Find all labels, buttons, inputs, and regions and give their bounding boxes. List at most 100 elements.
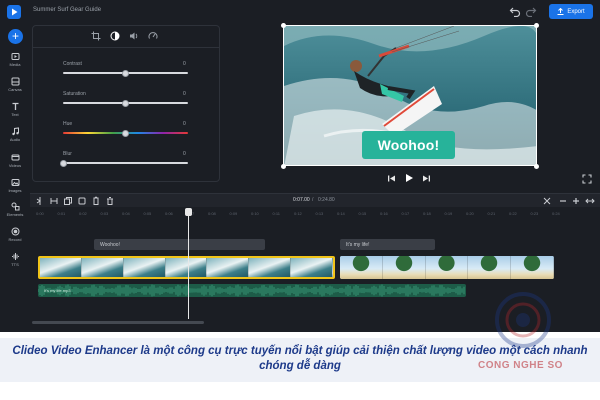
ruler-tick: 0:06	[165, 211, 173, 216]
paste-icon[interactable]	[91, 196, 101, 206]
ruler-tick: 0:23	[530, 211, 539, 216]
crop-icon[interactable]	[91, 31, 101, 41]
volume-icon[interactable]	[129, 31, 139, 41]
rail-item-media[interactable]: Media	[0, 52, 30, 67]
text-icon	[12, 102, 18, 110]
panel-divider	[33, 47, 219, 48]
project-title[interactable]: Summer Surf Gear Guide	[33, 7, 101, 13]
timeline-scrollbar[interactable]	[32, 321, 204, 324]
fit-timeline-icon[interactable]	[585, 196, 595, 206]
ruler-tick: 0:05	[143, 211, 152, 216]
text-clip-woohoo[interactable]: Woohoo!	[94, 239, 265, 250]
text-clip-its-my-life[interactable]: It's my life!	[340, 239, 435, 250]
ruler-tick: 0:09	[229, 211, 238, 216]
delete-icon[interactable]	[105, 196, 115, 206]
video-clip-palms[interactable]	[340, 256, 554, 279]
tts-icon	[11, 253, 19, 260]
ruler-tick: 0:18	[423, 211, 431, 216]
snap-icon[interactable]	[542, 196, 552, 206]
caption-overlay[interactable]: Woohoo!	[362, 131, 455, 159]
rail-item-text[interactable]: Text	[0, 102, 30, 117]
export-label: Export	[567, 8, 585, 15]
ruler-tick: 0:24	[552, 211, 560, 216]
split-icon[interactable]	[35, 196, 45, 206]
undo-icon[interactable]	[509, 5, 521, 17]
rail-label: Canvas	[8, 87, 22, 92]
speed-icon[interactable]	[148, 31, 158, 41]
slider-label-blur: Blur	[63, 151, 72, 157]
slider-value-blur: 0	[183, 151, 186, 157]
timeline-ruler[interactable]: 0:000:010:020:030:040:050:060:070:080:09…	[30, 208, 600, 220]
adjust-icon[interactable]	[110, 31, 120, 41]
audio-icon	[11, 127, 19, 136]
ruler-tick: 0:11	[272, 211, 281, 216]
rail-item-tts[interactable]: TTS	[0, 252, 30, 267]
slider-value-saturation: 0	[183, 91, 186, 97]
slider-label-saturation: Saturation	[63, 91, 86, 97]
slider-knob-contrast[interactable]	[122, 69, 129, 77]
audio-clip[interactable]: It's my life.mp3	[38, 284, 466, 297]
slider-value-contrast: 0	[183, 61, 186, 67]
ruler-tick: 0:13	[315, 211, 324, 216]
resize-handle-top-right[interactable]	[534, 23, 539, 28]
rail-label: Videos	[8, 163, 22, 168]
resize-handle-top-left[interactable]	[281, 23, 286, 28]
redo-icon[interactable]	[525, 5, 537, 17]
resize-handle-bottom-left[interactable]	[281, 164, 286, 169]
clideo-logo-icon[interactable]	[7, 5, 21, 19]
banner-text: Clideo Video Enhancer là một công cụ trự…	[12, 345, 588, 372]
video-thumbnail	[511, 256, 554, 279]
upload-icon	[557, 8, 564, 15]
play-icon[interactable]	[404, 173, 414, 183]
rail-item-canvas[interactable]: Canvas	[0, 77, 30, 92]
playhead[interactable]	[188, 209, 189, 319]
add-media-button[interactable]: +	[8, 29, 23, 44]
audio-clip-label: It's my life.mp3	[44, 288, 71, 293]
rail-item-elements[interactable]: Elements	[0, 202, 30, 217]
resize-handle-bottom-right[interactable]	[534, 164, 539, 169]
slider-knob-saturation[interactable]	[122, 99, 129, 107]
rail-label: Elements	[6, 212, 24, 217]
ruler-tick: 0:08	[208, 211, 216, 216]
trim-icon[interactable]	[49, 196, 59, 206]
video-thumbnail	[291, 258, 333, 277]
ruler-tick: 0:14	[337, 211, 345, 216]
slider-value-hue: 0	[183, 121, 186, 127]
rail-label: Text	[11, 112, 19, 117]
ruler-tick: 0:00	[36, 211, 44, 216]
video-thumbnail	[81, 258, 124, 277]
ruler-tick: 0:17	[401, 211, 410, 216]
slider-label-contrast: Contrast	[63, 61, 82, 67]
zoom-out-icon[interactable]	[558, 196, 568, 206]
video-clip-surf[interactable]	[38, 256, 335, 279]
playhead-handle[interactable]	[185, 208, 192, 216]
export-button[interactable]: Export	[549, 4, 593, 19]
skip-forward-icon[interactable]	[422, 174, 431, 183]
rail-label: Record	[8, 237, 22, 242]
ruler-tick: 0:15	[358, 211, 367, 216]
slider-track-blur[interactable]	[63, 162, 188, 164]
rail-label: Images	[8, 188, 22, 193]
video-thumbnail	[468, 256, 512, 279]
slider-knob-blur[interactable]	[59, 159, 67, 167]
elements-icon	[11, 202, 19, 211]
rail-label: Media	[9, 62, 21, 67]
rail-item-videos[interactable]: Videos	[0, 153, 30, 168]
zoom-in-icon[interactable]	[571, 196, 581, 206]
rail-item-audio[interactable]: Audio	[0, 127, 30, 142]
skip-back-icon[interactable]	[387, 174, 396, 183]
ruler-tick: 0:12	[294, 211, 302, 216]
fullscreen-icon[interactable]	[582, 174, 592, 184]
rail-item-images[interactable]: Images	[0, 178, 30, 193]
rail-item-record[interactable]: Record	[0, 227, 30, 242]
copy-icon[interactable]	[77, 196, 87, 206]
ruler-tick: 0:04	[122, 211, 130, 216]
duplicate-icon[interactable]	[63, 196, 73, 206]
playback-controls	[387, 173, 431, 183]
slider-knob-hue[interactable]	[122, 129, 129, 137]
video-thumbnail	[249, 258, 292, 277]
video-thumbnail	[425, 256, 469, 279]
ruler-tick: 0:20	[466, 211, 474, 216]
canvas-icon	[11, 77, 19, 86]
video-thumbnail	[165, 258, 208, 277]
